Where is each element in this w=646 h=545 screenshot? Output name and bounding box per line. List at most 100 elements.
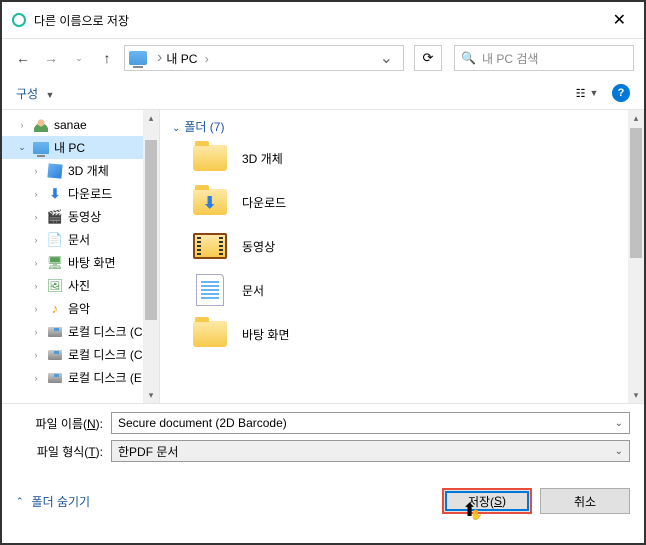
titlebar: 다른 이름으로 저장 ✕ bbox=[2, 2, 644, 39]
tree-item[interactable]: › 로컬 디스크 (C bbox=[2, 343, 159, 366]
chevron-down-icon: ⌄ bbox=[172, 123, 180, 134]
hide-folders-button[interactable]: ⌃폴더 숨기기 bbox=[16, 493, 90, 510]
chevron-icon[interactable]: › bbox=[30, 189, 42, 199]
group-header[interactable]: ⌄폴더 (7) bbox=[172, 118, 632, 135]
chevron-icon[interactable]: › bbox=[30, 235, 42, 245]
music-icon: ♪ bbox=[46, 301, 64, 317]
3d-icon bbox=[46, 163, 64, 179]
content-scrollbar[interactable]: ▴ ▾ bbox=[628, 110, 644, 403]
chevron-icon[interactable]: ⌄ bbox=[16, 142, 28, 153]
chevron-icon[interactable]: › bbox=[30, 373, 42, 383]
folder-label: 3D 개체 bbox=[242, 150, 283, 167]
window-title: 다른 이름으로 저장 bbox=[34, 12, 605, 29]
folder-icon bbox=[192, 231, 228, 261]
chevron-icon[interactable]: › bbox=[30, 166, 42, 176]
fields-area: 파일 이름(N): Secure document (2D Barcode)⌄ … bbox=[2, 403, 644, 476]
folder-icon bbox=[192, 187, 228, 217]
organize-button[interactable]: 구성 ▼ bbox=[16, 85, 54, 102]
chevron-icon[interactable]: › bbox=[30, 281, 42, 291]
tree-item-label: 로컬 디스크 (C bbox=[68, 346, 143, 363]
up-button[interactable]: ↑ bbox=[96, 47, 118, 69]
app-icon bbox=[12, 13, 26, 27]
tree-item[interactable]: › sanae bbox=[2, 114, 159, 136]
video-icon: 🎬 bbox=[46, 209, 64, 225]
refresh-button[interactable]: ⟳ bbox=[414, 45, 442, 71]
view-button[interactable]: ☷ ▼ bbox=[572, 83, 602, 103]
dl-icon: ⬇ bbox=[46, 186, 64, 202]
chevron-icon[interactable]: › bbox=[16, 120, 28, 130]
search-placeholder: 내 PC 검색 bbox=[482, 50, 538, 67]
tree-item[interactable]: › ⬇다운로드 bbox=[2, 182, 159, 205]
tree-item[interactable]: › 로컬 디스크 (E bbox=[2, 366, 159, 389]
tree-item[interactable]: ›3D 개체 bbox=[2, 159, 159, 182]
chevron-icon[interactable]: › bbox=[30, 258, 42, 268]
folder-icon bbox=[192, 275, 228, 305]
pc-icon bbox=[32, 140, 50, 156]
pc-icon bbox=[129, 51, 147, 65]
chevron-icon[interactable]: › bbox=[30, 212, 42, 222]
navbar: ← → ⌄ ↑ › 내 PC › ⌄ ⟳ 🔍 내 PC 검색 bbox=[2, 39, 644, 77]
tree-scrollbar[interactable]: ▴ ▾ bbox=[143, 110, 159, 403]
scroll-up-icon[interactable]: ▴ bbox=[143, 110, 159, 126]
dropdown-icon[interactable]: ⌄ bbox=[615, 446, 623, 457]
scroll-up-icon[interactable]: ▴ bbox=[628, 110, 644, 126]
folder-label: 다운로드 bbox=[242, 194, 286, 211]
folder-item[interactable]: 다운로드 bbox=[172, 187, 632, 217]
recent-dropdown[interactable]: ⌄ bbox=[68, 47, 90, 69]
content-scroll-thumb[interactable] bbox=[630, 128, 642, 258]
save-button[interactable]: 저장(S) bbox=[442, 488, 532, 514]
chevron-icon[interactable]: › bbox=[30, 350, 42, 360]
tree-item-label: 문서 bbox=[68, 231, 90, 248]
disk-icon bbox=[46, 370, 64, 386]
tree-item[interactable]: › ♪음악 bbox=[2, 297, 159, 320]
scroll-down-icon[interactable]: ▾ bbox=[628, 387, 644, 403]
close-button[interactable]: ✕ bbox=[605, 10, 634, 30]
tree-scroll-thumb[interactable] bbox=[145, 140, 157, 320]
cancel-button[interactable]: 취소 bbox=[540, 488, 630, 514]
folder-item[interactable]: 바탕 화면 bbox=[172, 319, 632, 349]
filetype-label: 파일 형식(T): bbox=[16, 443, 111, 460]
disk-icon bbox=[46, 324, 64, 340]
tree-item-label: 음악 bbox=[68, 300, 90, 317]
tree-item-label: 내 PC bbox=[54, 139, 85, 156]
tree-item[interactable]: ›📄문서 bbox=[2, 228, 159, 251]
folder-item[interactable]: 3D 개체 bbox=[172, 143, 632, 173]
address-bar[interactable]: › 내 PC › ⌄ bbox=[124, 45, 404, 71]
user-icon bbox=[32, 117, 50, 133]
tree-item-label: 다운로드 bbox=[68, 185, 112, 202]
folder-item[interactable]: 문서 bbox=[172, 275, 632, 305]
tree-item-label: 로컬 디스크 (C bbox=[68, 323, 143, 340]
folder-icon bbox=[192, 319, 228, 349]
address-dropdown-icon[interactable]: ⌄ bbox=[374, 48, 399, 68]
scroll-down-icon[interactable]: ▾ bbox=[143, 387, 159, 403]
filetype-select[interactable]: 한PDF 문서⌄ bbox=[111, 440, 630, 462]
desktop-icon: 🖥 bbox=[46, 255, 64, 271]
tree-item-label: sanae bbox=[54, 118, 87, 132]
tree-item[interactable]: ›🎬동영상 bbox=[2, 205, 159, 228]
search-input[interactable]: 🔍 내 PC 검색 bbox=[454, 45, 634, 71]
breadcrumb-text[interactable]: 내 PC › bbox=[166, 50, 373, 67]
tree-item-label: 로컬 디스크 (E bbox=[68, 369, 142, 386]
forward-button[interactable]: → bbox=[40, 47, 62, 69]
tree-item[interactable]: › 🖥바탕 화면 bbox=[2, 251, 159, 274]
dropdown-icon[interactable]: ⌄ bbox=[615, 418, 623, 429]
chevron-icon[interactable]: › bbox=[30, 327, 42, 337]
toolbar: 구성 ▼ ☷ ▼ ? bbox=[2, 77, 644, 110]
search-icon: 🔍 bbox=[461, 51, 476, 65]
folder-label: 문서 bbox=[242, 282, 264, 299]
pic-icon: 🖼 bbox=[46, 278, 64, 294]
tree-item[interactable]: ›🖼사진 bbox=[2, 274, 159, 297]
breadcrumb-sep-icon: › bbox=[157, 49, 162, 67]
tree-item-label: 바탕 화면 bbox=[68, 254, 116, 271]
tree-item[interactable]: › 로컬 디스크 (C bbox=[2, 320, 159, 343]
filename-label: 파일 이름(N): bbox=[16, 415, 111, 432]
chevron-up-icon: ⌃ bbox=[16, 496, 24, 507]
help-button[interactable]: ? bbox=[612, 84, 630, 102]
back-button[interactable]: ← bbox=[12, 47, 34, 69]
folder-item[interactable]: 동영상 bbox=[172, 231, 632, 261]
folder-icon bbox=[192, 143, 228, 173]
chevron-icon[interactable]: › bbox=[30, 304, 42, 314]
tree-item[interactable]: ⌄ 내 PC bbox=[2, 136, 159, 159]
folder-label: 동영상 bbox=[242, 238, 275, 255]
filename-input[interactable]: Secure document (2D Barcode)⌄ bbox=[111, 412, 630, 434]
